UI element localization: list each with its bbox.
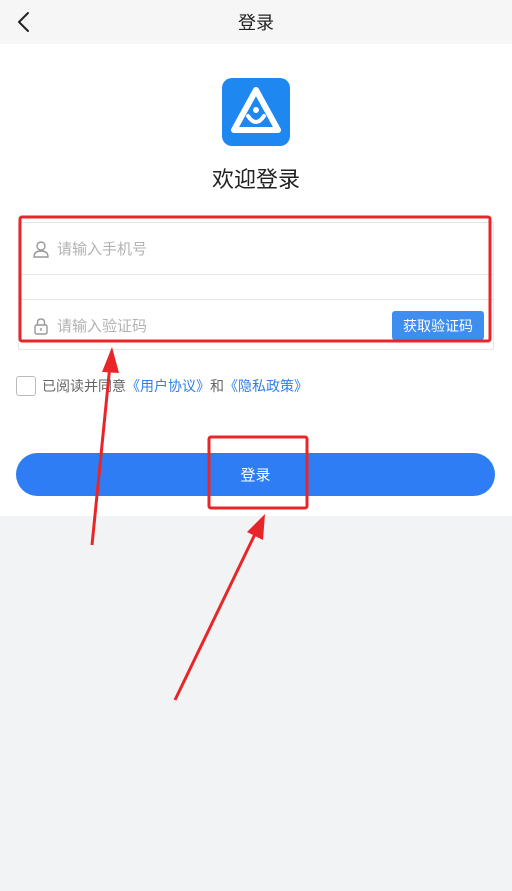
page-title: 登录 (238, 13, 274, 34)
agreement-and: 和 (210, 379, 224, 395)
agreement-checkbox[interactable] (16, 376, 36, 396)
login-form: 获取验证码 (18, 222, 494, 351)
lock-icon (29, 314, 53, 338)
annotation-arrow-login (173, 514, 265, 701)
user-icon (29, 237, 53, 261)
code-field: 获取验证码 (19, 299, 493, 351)
get-code-button[interactable]: 获取验证码 (392, 311, 484, 340)
navbar: 登录 (0, 0, 512, 44)
login-button[interactable]: 登录 (16, 453, 495, 496)
phone-field (19, 223, 493, 275)
privacy-policy-link[interactable]: 《隐私政策》 (224, 376, 308, 396)
agreement-row: 已阅读并同意 《用户协议》 和 《隐私政策》 (16, 375, 308, 397)
chevron-left-icon (18, 12, 29, 32)
agreement-prefix: 已阅读并同意 (42, 379, 126, 395)
app-logo-icon (231, 87, 281, 133)
user-agreement-link[interactable]: 《用户协议》 (126, 376, 210, 396)
back-button[interactable] (8, 6, 40, 38)
login-panel: 欢迎登录 获取验证码 已阅读并同意 (0, 44, 512, 516)
welcome-title: 欢迎登录 (211, 168, 300, 193)
phone-input[interactable] (57, 223, 493, 274)
app-logo (222, 78, 290, 146)
